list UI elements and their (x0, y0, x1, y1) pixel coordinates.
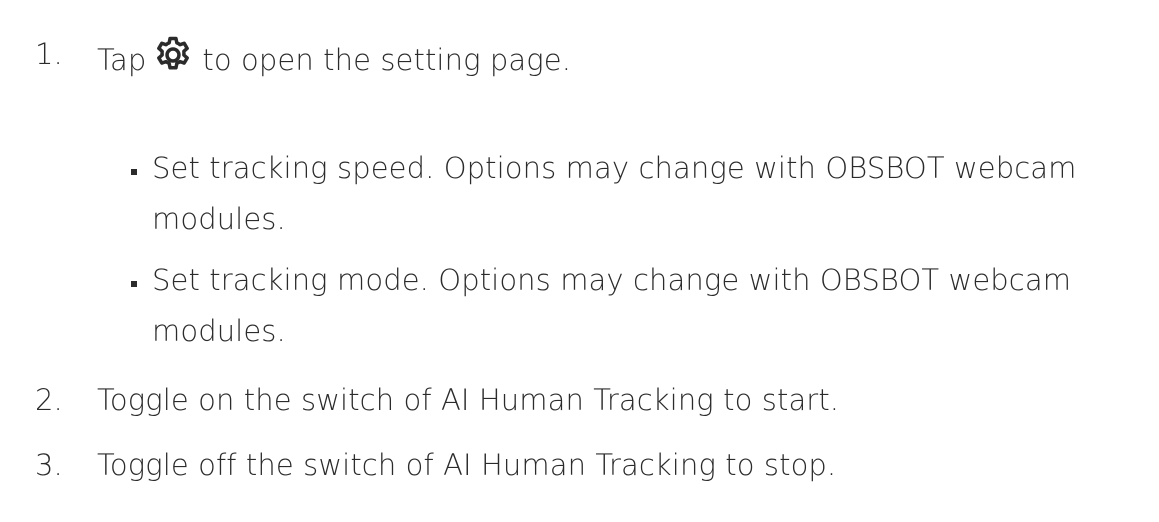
step-3-number: 3. (35, 448, 63, 482)
bullet-2-line-1: Set tracking mode. Options may change wi… (152, 263, 1072, 297)
bullet-1-line-2: modules. (152, 202, 286, 236)
step-3-text: Toggle off the switch of AI Human Tracki… (97, 448, 837, 482)
bullet-1-line-1: Set tracking speed. Options may change w… (152, 151, 1077, 185)
bullet-2-line-2: modules. (152, 314, 286, 348)
document-instructions: 1. Tap to open the setting page. Set tra… (0, 0, 1159, 522)
step-1-number: 1. (35, 37, 63, 71)
step-1-text-before: Tap (97, 43, 147, 77)
step-2-text: Toggle on the switch of AI Human Trackin… (97, 383, 840, 417)
step-2-number: 2. (35, 383, 63, 417)
gear-icon (152, 34, 194, 76)
step-1-text: Tap to open the setting page. (97, 34, 571, 80)
bullet-marker (131, 281, 137, 287)
step-1-text-after: to open the setting page. (202, 43, 572, 77)
bullet-marker (131, 169, 137, 175)
